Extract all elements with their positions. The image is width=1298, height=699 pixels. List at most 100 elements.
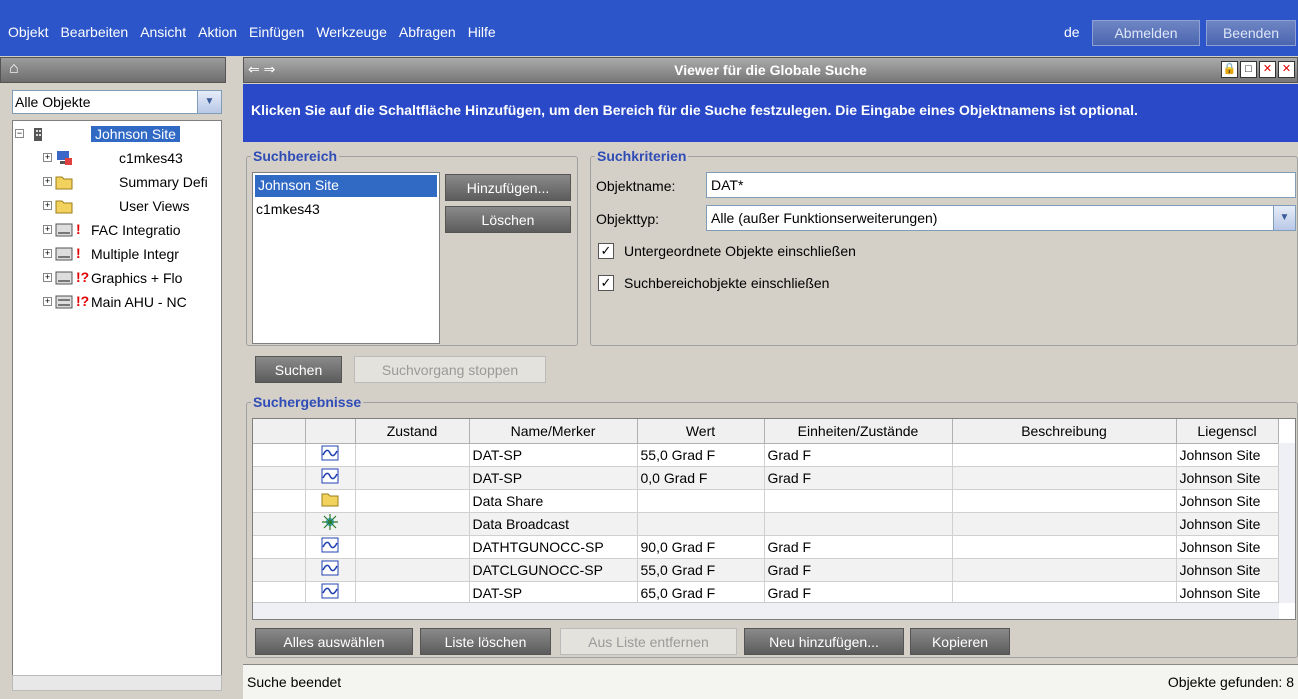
result-units: Grad F: [764, 466, 953, 490]
table-row[interactable]: DAT-SP 55,0 Grad F Grad F Johnson Site: [253, 443, 1279, 467]
folder-icon: [305, 489, 356, 513]
result-value: [637, 489, 765, 513]
add-new-button[interactable]: Neu hinzufügen...: [744, 628, 904, 655]
maximize-icon[interactable]: □: [1240, 61, 1257, 78]
result-name: DATHTGUNOCC-SP: [469, 535, 638, 559]
tree-horizontal-scrollbar[interactable]: [12, 675, 222, 691]
search-button[interactable]: Suchen: [255, 356, 342, 383]
tree-item-label: c1mkes43: [119, 150, 183, 166]
object-filter-dropdown[interactable]: Alle Objekte ▼: [12, 90, 222, 114]
device-icon: [55, 221, 73, 239]
logout-button[interactable]: Abmelden: [1092, 20, 1200, 46]
menu-abfragen[interactable]: Abfragen: [397, 24, 458, 40]
trend-icon: [305, 535, 356, 559]
chevron-down-icon[interactable]: ▼: [1273, 206, 1295, 230]
chevron-down-icon[interactable]: ▼: [197, 91, 221, 113]
menu-einfuegen[interactable]: Einfügen: [247, 24, 306, 40]
clear-list-button[interactable]: Liste löschen: [420, 628, 551, 655]
expand-icon[interactable]: +: [43, 273, 52, 282]
search-criteria-legend: Suchkriterien: [597, 148, 687, 164]
menu-ansicht[interactable]: Ansicht: [138, 24, 188, 40]
tree-item-label: Graphics + Flo: [91, 270, 183, 286]
broadcast-icon: [305, 512, 356, 536]
include-child-objects-checkbox[interactable]: ✓: [598, 243, 614, 259]
search-area-list[interactable]: Johnson Site c1mkes43: [252, 172, 440, 344]
viewer-titlebar: ⇐ ⇒ Viewer für die Globale Suche 🔒 □ ✕ ✕: [243, 57, 1298, 83]
remove-from-list-button[interactable]: Aus Liste entfernen: [560, 628, 737, 655]
trend-icon: [305, 581, 356, 605]
column-header-state[interactable]: Zustand: [355, 419, 470, 444]
expand-icon[interactable]: +: [43, 201, 52, 210]
menu-bearbeiten[interactable]: Bearbeiten: [58, 24, 130, 40]
table-row[interactable]: DATHTGUNOCC-SP 90,0 Grad F Grad F Johnso…: [253, 535, 1279, 559]
add-button[interactable]: Hinzufügen...: [445, 174, 571, 201]
lock-icon[interactable]: 🔒: [1221, 61, 1238, 78]
object-type-value: Alle (außer Funktionserweiterungen): [711, 210, 938, 226]
status-bar: Suche beendet Objekte gefunden: 8: [243, 664, 1298, 699]
table-row[interactable]: DAT-SP 65,0 Grad F Grad F Johnson Site: [253, 581, 1279, 605]
expand-icon[interactable]: +: [43, 225, 52, 234]
result-site: Johnson Site: [1176, 581, 1279, 605]
expand-icon[interactable]: +: [43, 177, 52, 186]
table-row[interactable]: Data Share Johnson Site: [253, 489, 1279, 513]
select-all-button[interactable]: Alles auswählen: [255, 628, 413, 655]
result-name: Data Broadcast: [469, 512, 638, 536]
include-area-objects-label: Suchbereichobjekte einschließen: [624, 275, 830, 291]
list-item[interactable]: Johnson Site: [255, 175, 437, 197]
expand-icon[interactable]: +: [43, 249, 52, 258]
result-name: DAT-SP: [469, 581, 638, 605]
menu-aktion[interactable]: Aktion: [196, 24, 239, 40]
object-type-dropdown[interactable]: Alle (außer Funktionserweiterungen) ▼: [706, 205, 1296, 231]
close-all-icon[interactable]: ✕: [1278, 61, 1295, 78]
result-value: 90,0 Grad F: [637, 535, 765, 559]
exit-button[interactable]: Beenden: [1206, 20, 1296, 46]
table-row[interactable]: DATCLGUNOCC-SP 55,0 Grad F Grad F Johnso…: [253, 558, 1279, 582]
result-value: 55,0 Grad F: [637, 558, 765, 582]
tree-item-label: Johnson Site: [91, 126, 180, 142]
result-site: Johnson Site: [1176, 466, 1279, 490]
column-header-description[interactable]: Beschreibung: [952, 419, 1177, 444]
delete-button[interactable]: Löschen: [445, 206, 571, 233]
result-name: DAT-SP: [469, 466, 638, 490]
folder-icon: [55, 173, 73, 191]
alarm-icon: !: [76, 221, 81, 237]
menu-bar: Objekt Bearbeiten Ansicht Aktion Einfüge…: [0, 0, 1298, 56]
table-row[interactable]: DAT-SP 0,0 Grad F Grad F Johnson Site: [253, 466, 1279, 490]
result-site: Johnson Site: [1176, 443, 1279, 467]
column-header-units[interactable]: Einheiten/Zustände: [764, 419, 953, 444]
device-icon: [55, 245, 73, 263]
result-value: [637, 512, 765, 536]
menu-objekt[interactable]: Objekt: [6, 24, 50, 40]
menu-hilfe[interactable]: Hilfe: [466, 24, 498, 40]
column-header-value[interactable]: Wert: [637, 419, 765, 444]
result-units: Grad F: [764, 558, 953, 582]
home-icon[interactable]: ⌂: [9, 60, 19, 78]
column-header[interactable]: [253, 419, 306, 444]
trend-icon: [305, 558, 356, 582]
copy-button[interactable]: Kopieren: [910, 628, 1010, 655]
close-icon[interactable]: ✕: [1259, 61, 1276, 78]
table-row[interactable]: Data Broadcast Johnson Site: [253, 512, 1279, 536]
column-header[interactable]: [305, 419, 356, 444]
expand-icon[interactable]: +: [43, 153, 52, 162]
object-type-label: Objekttyp:: [596, 211, 660, 227]
folder-icon: [55, 197, 73, 215]
stop-search-button[interactable]: Suchvorgang stoppen: [354, 356, 546, 383]
search-area-legend: Suchbereich: [253, 148, 338, 164]
include-area-objects-checkbox[interactable]: ✓: [598, 275, 614, 291]
object-name-input[interactable]: DAT*: [706, 172, 1296, 198]
tree-item-label: Main AHU - NC: [91, 294, 187, 310]
navigation-tree: − Johnson Site + c1mkes43 + Summary Defi…: [12, 120, 222, 689]
results-horizontal-scrollbar[interactable]: [253, 602, 1279, 619]
results-vertical-scrollbar[interactable]: [1278, 443, 1295, 603]
tree-item-label: Summary Defi: [119, 174, 208, 190]
expand-icon[interactable]: +: [43, 297, 52, 306]
alarm-icon: !?: [76, 293, 90, 309]
result-site: Johnson Site: [1176, 512, 1279, 536]
column-header-name[interactable]: Name/Merker: [469, 419, 638, 444]
column-header-site[interactable]: Liegenscl: [1176, 419, 1279, 444]
list-item[interactable]: c1mkes43: [253, 199, 439, 221]
navigation-header: ⌂: [0, 57, 226, 83]
menu-werkzeuge[interactable]: Werkzeuge: [314, 24, 389, 40]
collapse-icon[interactable]: −: [15, 129, 24, 138]
